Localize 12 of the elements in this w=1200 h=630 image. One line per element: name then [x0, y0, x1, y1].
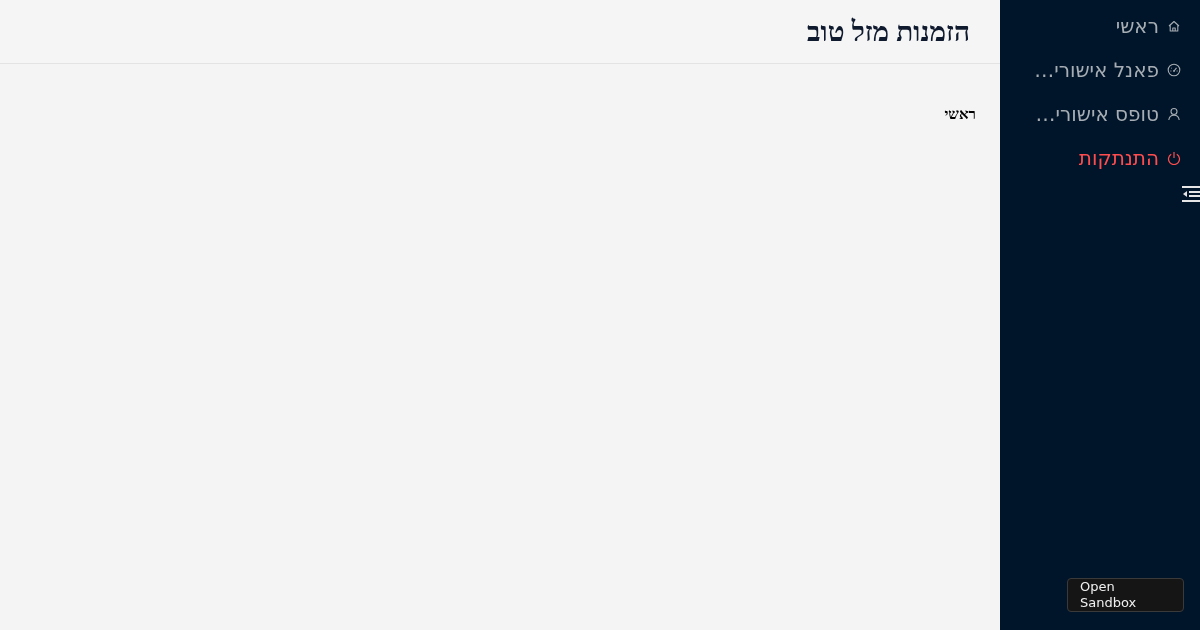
user-icon — [1167, 107, 1181, 121]
home-icon — [1167, 19, 1181, 33]
breadcrumb-item[interactable]: ראשי — [944, 104, 976, 124]
menu-fold-icon[interactable] — [1182, 186, 1200, 202]
menu-item[interactable]: פאנל אישורי… — [1000, 50, 1200, 90]
power-icon — [1167, 151, 1181, 165]
menu-item[interactable]: טופס אישורי… — [1000, 94, 1200, 134]
menu-item[interactable]: ראשי — [1000, 6, 1200, 46]
open-sandbox-button[interactable]: Open Sandbox — [1067, 578, 1184, 612]
page-title: הזמנות מזל טוב — [807, 17, 970, 46]
gauge-icon — [1167, 63, 1181, 77]
logout-menu-item[interactable]: התנתקות — [1000, 138, 1200, 178]
